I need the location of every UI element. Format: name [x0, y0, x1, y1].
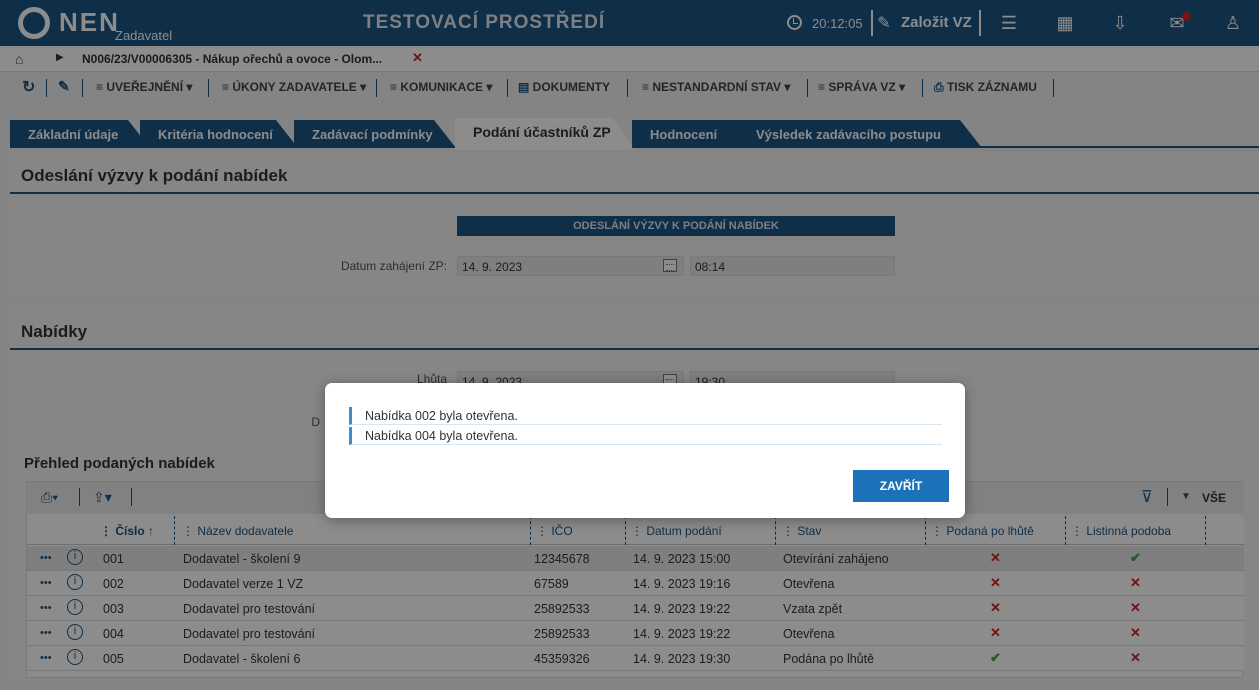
modal-overlay — [0, 0, 1259, 690]
message-dialog: Nabídka 002 byla otevřena. Nabídka 004 b… — [325, 383, 965, 518]
dialog-message: Nabídka 002 byla otevřena. — [349, 407, 942, 425]
close-button[interactable]: ZAVŘÍT — [853, 470, 949, 502]
dialog-message: Nabídka 004 byla otevřena. — [349, 427, 942, 445]
